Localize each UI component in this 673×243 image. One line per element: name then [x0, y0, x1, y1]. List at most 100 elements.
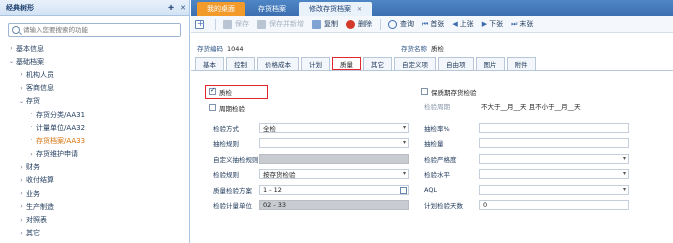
- copy-button[interactable]: 复制: [312, 19, 338, 29]
- last-button[interactable]: ⏭ 末张: [511, 19, 533, 29]
- form-field[interactable]: 按存货检验 ▾: [259, 169, 409, 179]
- search-input[interactable]: [23, 26, 173, 34]
- form-field[interactable]: ▾: [479, 184, 629, 195]
- tree-item[interactable]: · 存货档案/AA33: [0, 134, 189, 147]
- form-field[interactable]: 全检 ▾: [259, 122, 409, 133]
- periodic-checkbox[interactable]: 周期检验: [209, 102, 245, 113]
- keep-check-icon[interactable]: [421, 88, 428, 95]
- dropdown-icon[interactable]: ▾: [403, 124, 406, 131]
- last-icon: ⏭: [511, 19, 518, 28]
- field-label: 质量检验方案: [213, 186, 252, 195]
- field-label: 检验规则: [213, 171, 239, 179]
- form-field[interactable]: 0: [479, 200, 629, 210]
- tree-item[interactable]: › 基本信息: [0, 42, 189, 55]
- tab-desktop[interactable]: 我的桌面: [197, 2, 245, 16]
- save-add-button[interactable]: 保存并新增: [257, 19, 304, 29]
- tree-item[interactable]: › 收付结算: [0, 174, 189, 187]
- nav-tree: › 基本信息 ⌄ 基础档案 › 机构人员 › 客商信息 ⌄ 存货 · 存货分类/AA31 · 计量单位/A…: [0, 42, 189, 240]
- collapsed-arrow-icon[interactable]: ·: [27, 111, 36, 118]
- collapsed-arrow-icon[interactable]: ›: [17, 85, 26, 92]
- collapsed-arrow-icon[interactable]: ›: [27, 151, 36, 158]
- tree-item[interactable]: › 其它: [0, 227, 189, 240]
- collapsed-arrow-icon[interactable]: ›: [17, 164, 26, 171]
- dropdown-icon[interactable]: ▾: [623, 170, 626, 177]
- subtab[interactable]: 其它: [363, 57, 392, 70]
- next-label: 下张: [489, 20, 504, 28]
- query-button[interactable]: 查询: [388, 19, 414, 29]
- qc-check-label: 质检: [219, 88, 232, 97]
- tree-item[interactable]: ⌄ 基础档案: [0, 55, 189, 68]
- dropdown-icon[interactable]: ▾: [623, 155, 626, 162]
- tab-label: 修改存货档案: [309, 5, 351, 13]
- collapsed-arrow-icon[interactable]: ›: [17, 217, 26, 224]
- save-button[interactable]: 保存: [223, 19, 249, 29]
- dropdown-icon[interactable]: ▾: [403, 139, 406, 146]
- expanded-arrow-icon[interactable]: ⌄: [7, 58, 16, 65]
- tree-item-label: 机构人员: [26, 70, 54, 79]
- field-label: 自定义抽检规则: [213, 155, 259, 164]
- form-field[interactable]: ▾: [259, 138, 409, 148]
- form-field[interactable]: [479, 122, 629, 133]
- collapsed-arrow-icon[interactable]: ›: [17, 230, 26, 237]
- tree-item[interactable]: › 机构人员: [0, 68, 189, 81]
- save-label: 保存: [235, 20, 249, 28]
- left-nav-panel: 经典树形 ✚ ✕ ›基本信息⌄基础档案›机构人员›客商信息⌄存货·存货分类/AA…: [0, 0, 190, 243]
- field-label: 检验严格度: [424, 155, 457, 164]
- next-button[interactable]: ▶ 下张: [482, 19, 503, 29]
- qc-check-icon[interactable]: [209, 86, 216, 95]
- tab-edit-inventory[interactable]: 修改存货档案 ✕: [299, 2, 373, 16]
- expanded-arrow-icon[interactable]: ⌄: [17, 98, 26, 105]
- prev-button[interactable]: ◀ 上张: [452, 19, 473, 29]
- keep-check-checkbox[interactable]: 保质期存货检验: [421, 86, 477, 97]
- subtab[interactable]: 附件: [506, 57, 536, 70]
- delete-button[interactable]: 删除: [346, 19, 372, 29]
- add-button[interactable]: [195, 19, 207, 29]
- first-button[interactable]: ⏮ 首张: [422, 19, 444, 29]
- dropdown-icon[interactable]: ▾: [403, 170, 406, 177]
- add-icon: [195, 19, 204, 29]
- periodic-check-icon[interactable]: [209, 104, 216, 111]
- tree-item[interactable]: › 财务: [0, 161, 189, 174]
- tab-divider: [191, 70, 673, 71]
- tree-item[interactable]: · 存货分类/AA31: [0, 108, 189, 121]
- tab-inventory-archive[interactable]: 存货档案: [248, 2, 296, 16]
- tree-item[interactable]: ⌄ 存货: [0, 95, 189, 108]
- form-field[interactable]: 1 - 12: [259, 184, 409, 195]
- collapsed-arrow-icon[interactable]: ›: [17, 190, 26, 197]
- subtab[interactable]: 自定义项: [394, 57, 436, 70]
- pin-icon[interactable]: ✚: [165, 4, 177, 12]
- keep-check-label: 保质期存货检验: [431, 88, 477, 97]
- tree-item-label: 存货维护申请: [36, 150, 78, 159]
- tree-item[interactable]: · 计量单位/AA32: [0, 121, 189, 134]
- subtab[interactable]: 基本: [195, 57, 224, 70]
- subtab[interactable]: 价格成本: [257, 57, 299, 70]
- subtab[interactable]: 计划: [301, 57, 330, 70]
- qc-checkbox[interactable]: 质检: [209, 86, 232, 97]
- subtab[interactable]: 图片: [475, 57, 505, 70]
- subtab[interactable]: 质量: [332, 57, 361, 70]
- expiry-range: 不大于__月__天 且不小于__月__天: [481, 100, 581, 111]
- tree-item[interactable]: › 生产制造: [0, 200, 189, 213]
- subtab[interactable]: 控制: [226, 57, 255, 70]
- field-value: 0: [483, 201, 488, 209]
- tree-item[interactable]: › 业务: [0, 187, 189, 200]
- form-field[interactable]: [479, 138, 629, 148]
- collapsed-arrow-icon[interactable]: ›: [17, 71, 26, 78]
- search-box[interactable]: [8, 23, 181, 37]
- collapsed-arrow-icon[interactable]: ›: [17, 203, 26, 210]
- form-field[interactable]: ▾: [479, 169, 629, 179]
- collapsed-arrow-icon[interactable]: ·: [27, 124, 36, 131]
- subtab[interactable]: 自由项: [438, 57, 474, 70]
- tab-close-icon[interactable]: ✕: [357, 6, 362, 13]
- collapsed-arrow-icon[interactable]: ·: [27, 137, 36, 144]
- close-icon[interactable]: ✕: [177, 4, 189, 12]
- tree-item[interactable]: › 存货维护申请: [0, 148, 189, 161]
- dropdown-icon[interactable]: ▾: [623, 186, 626, 193]
- form-field: 02 - 33: [259, 200, 409, 210]
- calendar-icon[interactable]: [400, 186, 407, 194]
- tree-item[interactable]: › 客商信息: [0, 82, 189, 95]
- form-field[interactable]: ▾: [479, 153, 629, 164]
- collapsed-arrow-icon[interactable]: ›: [17, 177, 26, 184]
- tree-item[interactable]: › 对照表: [0, 213, 189, 226]
- collapsed-arrow-icon[interactable]: ›: [7, 45, 16, 52]
